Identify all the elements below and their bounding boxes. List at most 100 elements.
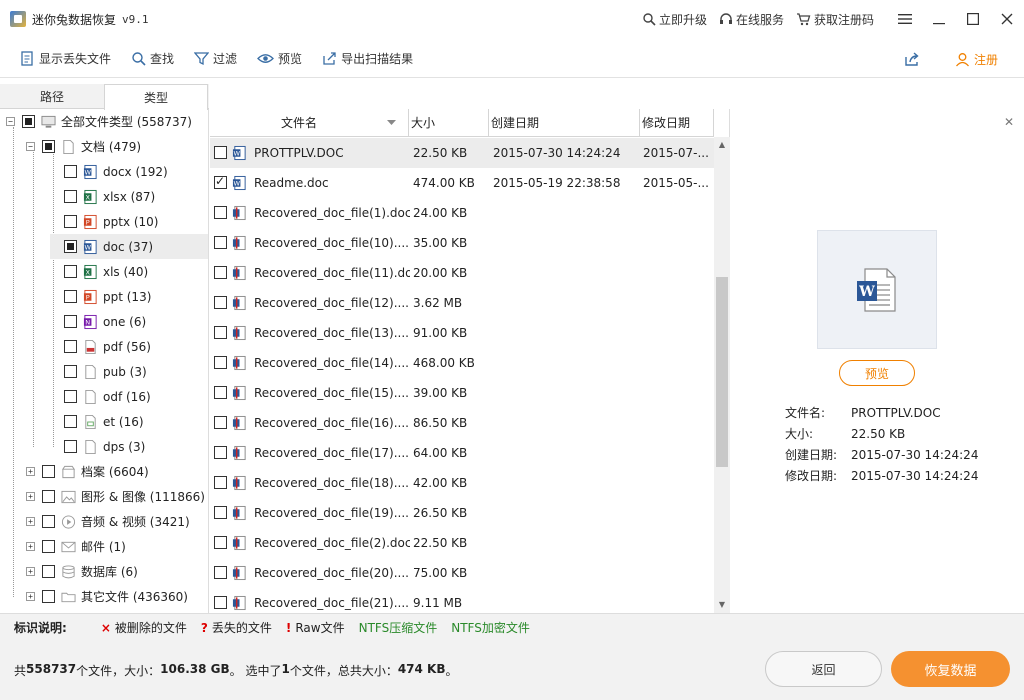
row-checkbox[interactable] [214,206,227,219]
tree-item-dps[interactable]: dps (3) [64,434,145,459]
minimize-button[interactable] [922,0,956,38]
column-header-name[interactable]: 文件名 [210,109,409,137]
tree-documents[interactable]: − 文档 (479) [26,134,141,159]
tree-item-checkbox[interactable] [64,165,77,178]
tab-type[interactable]: 类型 [104,84,208,110]
tree-item-xlsx[interactable]: X xlsx (87) [64,184,155,209]
table-row[interactable]: Recovered_doc_file(19).... 26.50 KB [210,498,715,528]
tree-item-pdf[interactable]: pdf (56) [64,334,151,359]
table-row[interactable]: Recovered_doc_file(16).... 86.50 KB [210,408,715,438]
tree-images[interactable]: + 图形 & 图像 (111866) [26,484,205,509]
register-button[interactable]: 注册 [955,51,998,68]
table-row[interactable]: Recovered_doc_file(2).doc 22.50 KB [210,528,715,558]
tree-documents-checkbox[interactable] [42,140,55,153]
row-checkbox[interactable] [214,236,227,249]
tree-media[interactable]: + 音频 & 视频 (3421) [26,509,190,534]
tree-item-checkbox[interactable] [64,215,77,228]
tree-category-checkbox[interactable] [42,540,55,553]
tree-category-checkbox[interactable] [42,465,55,478]
row-checkbox[interactable] [214,386,227,399]
row-checkbox[interactable] [214,356,227,369]
tab-path[interactable]: 路径 [0,84,104,109]
back-button[interactable]: 返回 [765,651,882,687]
scrollbar-thumb[interactable] [716,277,728,467]
expand-icon[interactable]: + [26,592,35,601]
tree-item-doc[interactable]: W doc (37) [50,234,208,259]
row-checkbox[interactable] [214,506,227,519]
expand-icon[interactable]: + [26,467,35,476]
maximize-button[interactable] [956,0,990,38]
online-service-link[interactable]: 在线服务 [719,11,784,28]
tree-item-checkbox[interactable] [64,290,77,303]
row-checkbox[interactable] [214,536,227,549]
expand-icon[interactable]: + [26,492,35,501]
recover-button[interactable]: 恢复数据 [891,651,1010,687]
tree-item-checkbox[interactable] [64,190,77,203]
export-scan-button[interactable]: 导出扫描结果 [322,40,413,78]
column-header-size[interactable]: 大小 [409,109,489,137]
tree-item-pub[interactable]: pub (3) [64,359,147,384]
table-row[interactable]: Recovered_doc_file(15).... 39.00 KB [210,378,715,408]
tree-other-files[interactable]: + 其它文件 (436360) [26,584,188,609]
tree-root-checkbox[interactable] [22,115,35,128]
table-row[interactable]: Recovered_doc_file(12).... 3.62 MB [210,288,715,318]
row-checkbox[interactable] [214,174,227,189]
filter-button[interactable]: 过滤 [194,40,237,78]
preview-tool-button[interactable]: 预览 [257,40,302,78]
tree-root[interactable]: − 全部文件类型 (558737) [6,109,192,134]
expand-icon[interactable]: + [26,542,35,551]
preview-close-icon[interactable]: ✕ [1004,115,1014,129]
table-row[interactable]: W PROTTPLV.DOC 22.50 KB 2015-07-30 14:24:24… [210,138,715,168]
share-button[interactable] [897,51,927,67]
scroll-down-icon[interactable]: ▼ [714,597,730,613]
collapse-icon[interactable]: − [26,142,35,151]
tree-item-et[interactable]: et (16) [64,409,144,434]
column-header-created[interactable]: 创建日期 [489,109,640,137]
table-row[interactable]: Recovered_doc_file(18).... 42.00 KB [210,468,715,498]
tree-archive[interactable]: + 档案 (6604) [26,459,149,484]
tree-item-checkbox[interactable] [64,240,77,253]
tree-item-checkbox[interactable] [64,315,77,328]
table-row[interactable]: Recovered_doc_file(14).... 468.00 KB [210,348,715,378]
row-checkbox[interactable] [214,266,227,279]
tree-mail[interactable]: + 邮件 (1) [26,534,126,559]
tree-item-checkbox[interactable] [64,440,77,453]
table-row[interactable]: Recovered_doc_file(17).... 64.00 KB [210,438,715,468]
get-code-link[interactable]: 获取注册码 [796,11,874,28]
tree-item-docx[interactable]: W docx (192) [64,159,168,184]
upgrade-link[interactable]: 立即升级 [642,11,707,28]
tree-item-checkbox[interactable] [64,390,77,403]
row-checkbox[interactable] [214,296,227,309]
row-checkbox[interactable] [214,476,227,489]
tree-item-checkbox[interactable] [64,340,77,353]
tree-category-checkbox[interactable] [42,590,55,603]
row-checkbox[interactable] [214,326,227,339]
row-checkbox[interactable] [214,146,227,159]
tree-item-pptx[interactable]: P pptx (10) [64,209,159,234]
table-row[interactable]: Recovered_doc_file(20).... 75.00 KB [210,558,715,588]
tree-item-checkbox[interactable] [64,365,77,378]
row-checkbox[interactable] [214,446,227,459]
tree-database[interactable]: + 数据库 (6) [26,559,138,584]
scroll-up-icon[interactable]: ▲ [714,137,730,153]
collapse-icon[interactable]: − [6,117,15,126]
menu-button[interactable] [888,0,922,38]
tree-item-ppt[interactable]: P ppt (13) [64,284,151,309]
table-row[interactable]: W Readme.doc 474.00 KB 2015-05-19 22:38:58 2… [210,168,715,198]
column-header-modified[interactable]: 修改日期 [640,109,714,137]
row-checkbox[interactable] [214,566,227,579]
table-row[interactable]: Recovered_doc_file(10).... 35.00 KB [210,228,715,258]
expand-icon[interactable]: + [26,567,35,576]
tree-category-checkbox[interactable] [42,515,55,528]
find-button[interactable]: 查找 [131,40,174,78]
table-row[interactable]: Recovered_doc_file(11).doc 20.00 KB [210,258,715,288]
tree-category-checkbox[interactable] [42,490,55,503]
close-button[interactable] [990,0,1024,38]
tree-item-checkbox[interactable] [64,415,77,428]
tree-item-one[interactable]: N one (6) [64,309,146,334]
table-row[interactable]: Recovered_doc_file(1).doc 24.00 KB [210,198,715,228]
row-checkbox[interactable] [214,416,227,429]
preview-button[interactable]: 预览 [839,360,915,386]
expand-icon[interactable]: + [26,517,35,526]
tree-item-checkbox[interactable] [64,265,77,278]
